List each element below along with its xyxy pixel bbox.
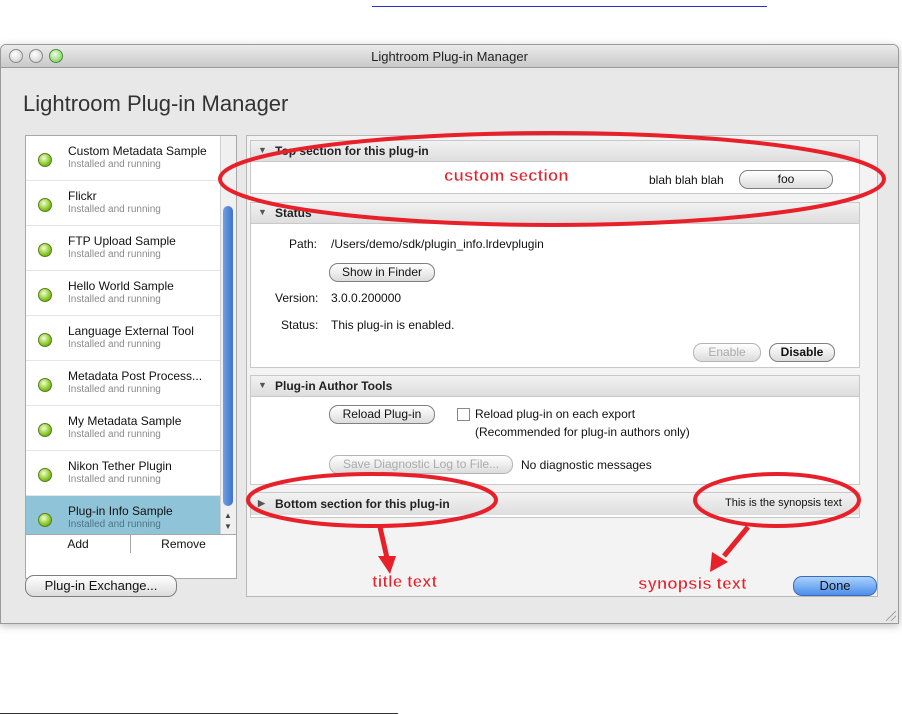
synopsis-text-ellipse bbox=[693, 472, 861, 528]
title-text-ellipse bbox=[246, 472, 498, 528]
title-arrow-line bbox=[377, 526, 390, 559]
custom-section-annotation: custom section bbox=[444, 166, 569, 186]
title-text-annotation: title text bbox=[372, 572, 438, 592]
synopsis-text-annotation: synopsis text bbox=[638, 574, 747, 594]
annotation-overlay bbox=[218, 131, 886, 574]
synopsis-arrow-line bbox=[722, 525, 750, 558]
